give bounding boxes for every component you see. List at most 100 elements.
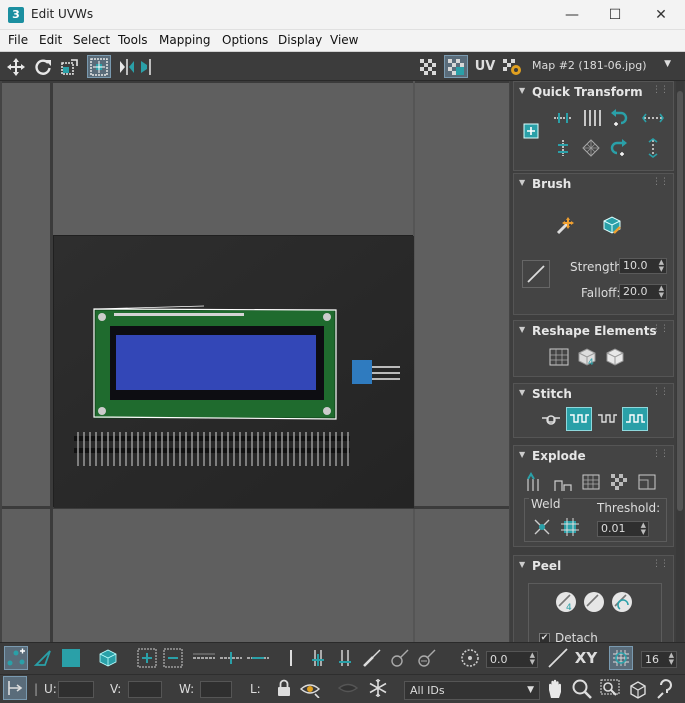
collapse-triangle-icon: ▼ xyxy=(519,178,526,187)
edge-loop-icon[interactable] xyxy=(192,646,216,670)
detach-edge-icon[interactable] xyxy=(550,470,576,494)
u-field[interactable] xyxy=(58,681,94,698)
flatten-icon[interactable] xyxy=(578,470,604,494)
select-element-icon[interactable] xyxy=(96,646,120,670)
checker-pattern-icon[interactable] xyxy=(416,55,440,78)
grow-selection-icon[interactable] xyxy=(135,646,159,670)
paint-select-shrink-icon[interactable] xyxy=(414,646,438,670)
move-icon[interactable] xyxy=(4,55,28,78)
xy-toggle[interactable]: XY xyxy=(572,646,600,670)
align-vertical-icon[interactable] xyxy=(550,136,576,160)
menu-tools[interactable]: Tools xyxy=(118,33,148,47)
maximize-button[interactable]: ☐ xyxy=(592,0,638,30)
rollout-stitch-header[interactable]: ▼ Stitch ⋮⋮ xyxy=(514,384,673,404)
stitch-to-source-icon[interactable] xyxy=(622,407,648,431)
v-field[interactable] xyxy=(128,681,162,698)
w-field[interactable] xyxy=(200,681,232,698)
stitch-to-target-icon[interactable] xyxy=(566,407,592,431)
uv-viewport[interactable] xyxy=(2,81,509,642)
detach-checkbox[interactable]: ✔ xyxy=(539,633,550,642)
lock-icon[interactable] xyxy=(272,676,296,700)
select-vertex-icon[interactable] xyxy=(4,646,28,670)
rollout-brush-header[interactable]: ▼ Brush ⋮⋮ xyxy=(514,174,673,194)
peel-mode-icon[interactable] xyxy=(581,590,607,614)
select-face-icon[interactable] xyxy=(59,646,83,670)
select-edge-icon[interactable] xyxy=(31,646,55,670)
paint-move-brush-icon[interactable] xyxy=(552,212,580,238)
ring-grow-icon[interactable] xyxy=(306,646,330,670)
menu-options[interactable]: Options xyxy=(222,33,268,47)
snap-grid-icon[interactable] xyxy=(609,646,633,670)
minimize-button[interactable]: — xyxy=(549,0,595,30)
quick-peel-icon[interactable]: 4 xyxy=(553,590,579,614)
material-id-dropdown[interactable]: All IDs ▼ xyxy=(404,681,540,700)
close-button[interactable]: ✕ xyxy=(638,0,684,30)
strength-spinner[interactable]: 10.0 ▲ ▼ xyxy=(619,258,667,274)
hide-icon[interactable] xyxy=(298,676,322,700)
relax-elements-icon[interactable]: 4 xyxy=(574,345,600,369)
flip-icon[interactable] xyxy=(135,55,159,78)
rollout-reshape-header[interactable]: ▼ Reshape Elements ⋮⋮ xyxy=(514,321,673,341)
menu-file[interactable]: File xyxy=(8,33,28,47)
rollout-explode: ▼ Explode ⋮⋮ Weld Threshold: 0.01 ▲ ▼ xyxy=(513,445,674,547)
align-vertical-lines-icon[interactable] xyxy=(578,106,604,130)
rotate-ccw-icon[interactable] xyxy=(606,106,632,130)
rollout-explode-header[interactable]: ▼ Explode ⋮⋮ xyxy=(514,446,673,466)
show-map-icon[interactable] xyxy=(444,55,468,78)
angle-spinner[interactable]: 0.0 ▲ ▼ xyxy=(486,651,538,668)
straighten-icon[interactable] xyxy=(546,345,572,369)
scale-icon[interactable] xyxy=(58,55,82,78)
help-icon[interactable] xyxy=(654,677,678,701)
loop-shrink-icon[interactable] xyxy=(246,646,270,670)
weld-target-icon[interactable] xyxy=(557,515,583,539)
space-horizontal-icon[interactable] xyxy=(640,106,666,130)
uv-toggle[interactable]: UV xyxy=(472,55,498,78)
menu-edit[interactable]: Edit xyxy=(39,33,62,47)
rotate-icon[interactable] xyxy=(31,55,55,78)
scale-line-icon[interactable] xyxy=(546,646,570,670)
break-icon[interactable] xyxy=(522,470,548,494)
rollout-peel-header[interactable]: ▼ Peel ⋮⋮ xyxy=(514,556,673,576)
weld-selected-icon[interactable] xyxy=(529,515,555,539)
space-vertical-icon[interactable] xyxy=(640,136,666,160)
stitch-average-icon[interactable] xyxy=(594,407,620,431)
paint-select-icon[interactable] xyxy=(360,646,384,670)
ring-icon[interactable] xyxy=(279,646,303,670)
paint-select-grow-icon[interactable] xyxy=(387,646,411,670)
menu-select[interactable]: Select xyxy=(73,33,110,47)
align-to-grid-icon[interactable] xyxy=(578,136,604,160)
freeze-icon[interactable] xyxy=(366,676,390,700)
brush-falloff-icon[interactable] xyxy=(522,260,550,288)
threshold-spinner[interactable]: 0.01 ▲ ▼ xyxy=(597,521,649,537)
zoom-extents-icon[interactable] xyxy=(626,677,650,701)
grid-size-spinner[interactable]: 16 ▲ ▼ xyxy=(641,651,677,668)
stitch-settings-icon[interactable] xyxy=(538,407,564,431)
flatten-by-smoothing-icon[interactable] xyxy=(606,470,632,494)
rotate-cw-icon[interactable] xyxy=(606,136,632,160)
edge-ring-icon[interactable] xyxy=(219,646,243,670)
flatten-by-material-icon[interactable] xyxy=(634,470,660,494)
align-horizontal-icon[interactable] xyxy=(550,106,576,130)
set-pivot-icon[interactable] xyxy=(520,120,542,142)
ring-shrink-icon[interactable] xyxy=(333,646,357,670)
menu-display[interactable]: Display xyxy=(278,33,322,47)
reset-peel-icon[interactable] xyxy=(609,590,635,614)
menu-mapping[interactable]: Mapping xyxy=(159,33,211,47)
falloff-spinner[interactable]: 20.0 ▲ ▼ xyxy=(619,284,667,300)
menu-view[interactable]: View xyxy=(330,33,358,47)
panel-scrollbar[interactable] xyxy=(676,81,684,642)
zoom-region-icon[interactable] xyxy=(598,677,622,701)
freeform-mode-icon[interactable] xyxy=(87,55,111,78)
rollout-quick-transform-header[interactable]: ▼ Quick Transform ⋮⋮ xyxy=(514,82,673,102)
visibility-icon[interactable] xyxy=(336,676,360,700)
shrink-selection-icon[interactable] xyxy=(161,646,185,670)
map-select-dropdown[interactable]: Map #2 (181-06.jpg) ▼ xyxy=(527,56,677,77)
pan-icon[interactable] xyxy=(544,677,568,701)
rotation-angle-icon[interactable] xyxy=(458,646,482,670)
relax-icon[interactable] xyxy=(602,345,628,369)
relax-brush-icon[interactable] xyxy=(598,212,626,238)
zoom-icon[interactable] xyxy=(570,677,594,701)
map-settings-icon[interactable] xyxy=(500,55,524,78)
scrollbar-thumb[interactable] xyxy=(677,91,683,511)
absolute-offset-icon[interactable] xyxy=(3,676,27,700)
